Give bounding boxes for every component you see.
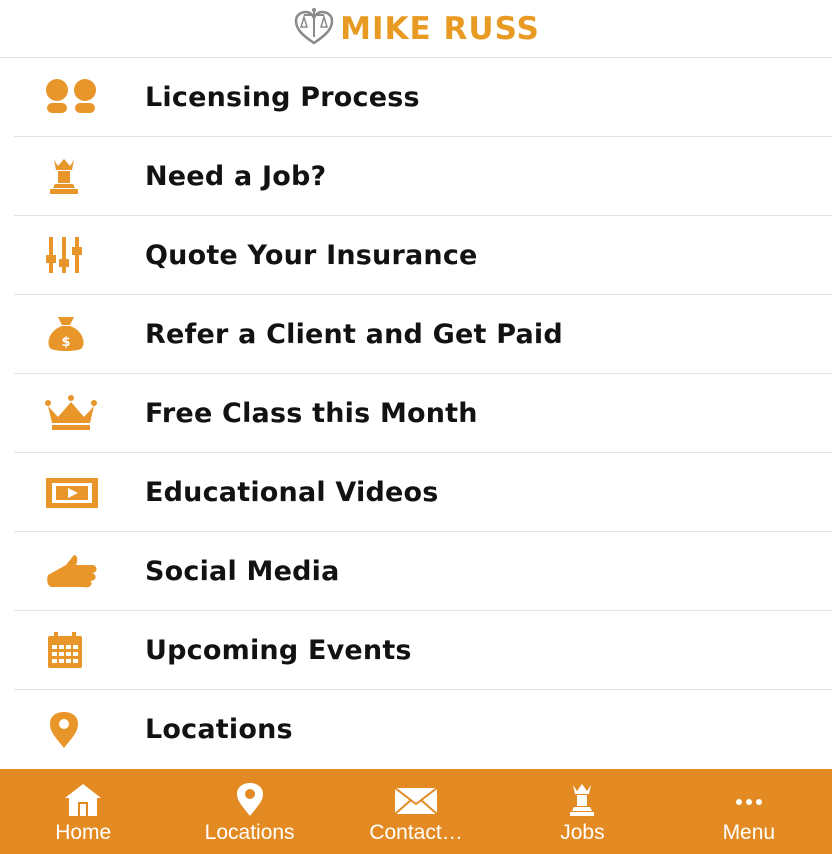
chess-queen-icon [44, 156, 106, 196]
tab-label: Menu [722, 821, 776, 844]
menu-item-label: Social Media [145, 555, 340, 587]
more-dots-icon [733, 781, 765, 819]
menu-item-educational-videos[interactable]: Educational Videos [14, 453, 832, 532]
menu-item-refer-a-client[interactable]: $ Refer a Client and Get Paid [14, 295, 832, 374]
brand-name: MIKE RUSS [340, 10, 540, 47]
svg-text:$: $ [61, 335, 70, 350]
menu-item-label: Free Class this Month [145, 397, 478, 429]
chess-queen-icon [566, 781, 598, 819]
menu-item-label: Need a Job? [145, 160, 327, 192]
tab-locations[interactable]: Locations [166, 769, 332, 854]
tab-label: Home [55, 821, 112, 844]
crown-icon [44, 393, 106, 433]
menu-item-label: Licensing Process [145, 81, 420, 113]
menu-item-label: Quote Your Insurance [145, 239, 478, 271]
menu-item-free-class[interactable]: Free Class this Month [14, 374, 832, 453]
tab-label: Contact… [369, 821, 463, 844]
menu-item-label: Educational Videos [145, 476, 439, 508]
menu-item-label: Refer a Client and Get Paid [145, 318, 563, 350]
bottom-tab-bar: Home Locations Contact… Jobs Menu [0, 769, 832, 854]
menu-item-label: Locations [145, 714, 293, 745]
video-player-icon [44, 472, 106, 512]
app-header: MIKE RUSS [0, 0, 832, 58]
brand-logo: MIKE RUSS [292, 7, 540, 51]
sliders-icon [44, 235, 106, 275]
tab-label: Locations [204, 821, 295, 844]
map-pin-icon [44, 710, 106, 750]
menu-item-need-a-job[interactable]: Need a Job? [14, 137, 832, 216]
menu-item-social-media[interactable]: Social Media [14, 532, 832, 611]
menu-item-label: Upcoming Events [145, 634, 412, 666]
calendar-icon [44, 630, 106, 670]
tab-menu[interactable]: Menu [666, 769, 832, 854]
menu-item-upcoming-events[interactable]: Upcoming Events [14, 611, 832, 690]
home-icon [63, 781, 103, 819]
menu-item-quote-your-insurance[interactable]: Quote Your Insurance [14, 216, 832, 295]
menu-item-licensing-process[interactable]: Licensing Process [14, 58, 832, 137]
map-pin-icon [234, 781, 266, 819]
thumbs-up-icon [44, 551, 106, 591]
tab-label: Jobs [560, 821, 605, 844]
tab-jobs[interactable]: Jobs [499, 769, 665, 854]
envelope-icon [393, 781, 439, 819]
money-bag-icon: $ [44, 314, 106, 354]
tab-home[interactable]: Home [0, 769, 166, 854]
heart-scale-logo-icon [292, 7, 336, 51]
main-menu-list: Licensing Process Need a Job? Quote Your [0, 58, 832, 769]
footprints-icon [44, 77, 106, 117]
menu-item-locations[interactable]: Locations [14, 690, 832, 769]
tab-contact[interactable]: Contact… [333, 769, 499, 854]
